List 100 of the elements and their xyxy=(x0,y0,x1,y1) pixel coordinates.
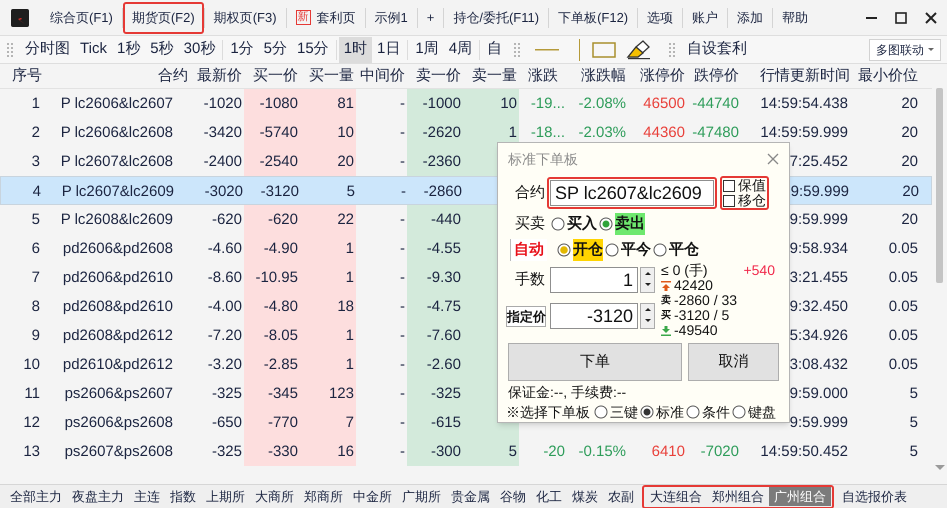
tab[interactable]: 选项 xyxy=(638,2,682,34)
period-button[interactable]: 自 xyxy=(482,36,508,62)
price-type-button[interactable]: 指定价 xyxy=(506,306,546,326)
custom-spread-button[interactable]: 自设套利 xyxy=(682,36,752,62)
spin-up-icon[interactable] xyxy=(642,306,652,313)
period-button[interactable]: 15分 xyxy=(292,36,334,62)
auto-button[interactable]: 自动 xyxy=(510,239,547,261)
sheet-tab[interactable]: 上期所 xyxy=(201,487,250,506)
sheet-tab[interactable]: 广州组合 xyxy=(769,487,831,506)
period-button[interactable]: 30秒 xyxy=(178,36,220,62)
maximize-icon[interactable] xyxy=(895,12,907,24)
column-header[interactable]: 涨停价 xyxy=(628,64,687,88)
eraser-icon[interactable] xyxy=(626,39,652,60)
close-icon[interactable] xyxy=(925,12,937,24)
radio-button[interactable] xyxy=(686,405,700,419)
tab[interactable]: 新 套利页 xyxy=(286,2,365,34)
sheet-tab[interactable]: 全部主力 xyxy=(5,487,67,506)
radio-button[interactable] xyxy=(551,217,565,231)
column-header[interactable]: 买一价 xyxy=(244,64,300,88)
table-cell-text: -650 xyxy=(212,413,243,433)
scroll-down-icon[interactable] xyxy=(934,465,944,470)
radio-button[interactable] xyxy=(732,405,746,419)
tab[interactable]: 示例1 xyxy=(366,2,417,34)
table-cell: 1 xyxy=(300,263,356,292)
tab[interactable]: 添加 xyxy=(728,2,772,34)
spin-down-icon[interactable] xyxy=(642,317,652,324)
tab[interactable]: 账户 xyxy=(683,2,728,34)
sheet-tab[interactable]: 郑州组合 xyxy=(707,487,769,506)
sheet-tab[interactable]: 郑商所 xyxy=(299,487,348,506)
table-cell-text: -4.00 xyxy=(208,297,243,317)
tab[interactable]: 下单板(F12) xyxy=(549,2,638,34)
table-cell: -615 xyxy=(407,408,463,437)
table-cell-text: 46500 xyxy=(643,94,686,114)
submit-order-button[interactable]: 下单 xyxy=(508,343,682,381)
table-cell-text: 20 xyxy=(902,182,920,202)
period-button[interactable]: 1秒 xyxy=(112,36,146,62)
radio-button[interactable] xyxy=(599,217,613,231)
radio-button[interactable] xyxy=(557,243,571,257)
grip-icon[interactable] xyxy=(669,42,676,56)
sheet-tab[interactable]: 贵金属 xyxy=(446,487,495,506)
table-cell: -4.55 xyxy=(407,234,463,263)
contract-field[interactable]: SP lc2607&lc2609 xyxy=(550,180,714,206)
period-button[interactable]: 1日 xyxy=(372,36,406,62)
radio-button[interactable] xyxy=(653,243,667,257)
sheet-tab[interactable]: 农副 xyxy=(603,487,639,506)
period-button[interactable]: 4周 xyxy=(444,36,478,62)
period-button[interactable]: 5分 xyxy=(258,36,292,62)
radio-button[interactable] xyxy=(640,405,654,419)
sheet-tab[interactable]: 大连组合 xyxy=(645,487,707,506)
sheet-tab[interactable]: 主连 xyxy=(129,487,165,506)
sheet-tab[interactable]: 指数 xyxy=(165,487,201,506)
sheet-tab[interactable]: 中金所 xyxy=(348,487,397,506)
column-header[interactable]: 中间价 xyxy=(356,64,407,88)
table-cell-text: - xyxy=(400,152,406,172)
tab[interactable]: 帮助 xyxy=(773,2,818,34)
scrollbar-thumb[interactable] xyxy=(936,88,943,283)
rectangle-tool-icon[interactable] xyxy=(592,42,616,58)
column-header[interactable]: 跌停价 xyxy=(687,64,741,88)
tab[interactable]: 综合页(F1) xyxy=(41,2,122,34)
column-header[interactable]: 涨跌幅 xyxy=(567,64,628,88)
sheet-tab[interactable]: 化工 xyxy=(531,487,567,506)
sheet-tab[interactable]: 广期所 xyxy=(397,487,446,506)
column-header[interactable]: 卖一量 xyxy=(463,64,519,88)
linked-charts-dropdown[interactable]: 多图联动 xyxy=(869,38,941,60)
period-button[interactable]: 1分 xyxy=(225,36,259,62)
radio-button[interactable] xyxy=(594,405,608,419)
period-button[interactable]: 1周 xyxy=(410,36,444,62)
tab[interactable]: 期权页(F3) xyxy=(204,2,286,34)
radio-button[interactable] xyxy=(605,243,619,257)
column-header[interactable]: 涨跌 xyxy=(519,64,567,88)
column-header[interactable]: 序号 xyxy=(0,64,42,88)
tab[interactable]: + xyxy=(418,2,444,34)
period-button[interactable]: Tick xyxy=(75,36,112,62)
column-header[interactable]: 行情更新时间 xyxy=(741,64,851,88)
column-header[interactable]: 合约 xyxy=(42,64,190,88)
cancel-button[interactable]: 取消 xyxy=(688,343,779,381)
period-button[interactable]: 分时图 xyxy=(20,36,75,62)
table-cell-text: -7.20 xyxy=(208,326,243,346)
tab[interactable]: 持仓/委托(F11) xyxy=(444,2,548,34)
sheet-tab[interactable]: 自选报价表 xyxy=(837,487,912,506)
column-header[interactable]: 最小价位 xyxy=(851,64,920,88)
period-button[interactable]: 1时 xyxy=(338,36,372,62)
table-cell-text: 44360 xyxy=(643,123,686,143)
spin-down-icon[interactable] xyxy=(642,281,652,288)
column-header[interactable]: 最新价 xyxy=(190,64,244,88)
sheet-tab[interactable]: 煤炭 xyxy=(567,487,603,506)
price-field[interactable]: -3120 xyxy=(550,303,638,329)
sheet-tab[interactable]: 谷物 xyxy=(495,487,531,506)
grip-icon[interactable] xyxy=(7,42,13,56)
tab[interactable]: 期货页(F2) xyxy=(122,2,204,34)
column-header[interactable]: 卖一价 xyxy=(407,64,463,88)
sheet-tab[interactable]: 夜盘主力 xyxy=(67,487,129,506)
period-button[interactable]: 5秒 xyxy=(145,36,179,62)
checkbox[interactable] xyxy=(723,180,735,192)
checkbox[interactable] xyxy=(723,194,735,206)
spin-up-icon[interactable] xyxy=(642,270,652,277)
grip-icon[interactable] xyxy=(514,42,520,56)
column-header[interactable]: 买一量 xyxy=(300,64,356,88)
sheet-tab[interactable]: 大商所 xyxy=(250,487,299,506)
quantity-field[interactable]: 1 xyxy=(550,267,638,293)
